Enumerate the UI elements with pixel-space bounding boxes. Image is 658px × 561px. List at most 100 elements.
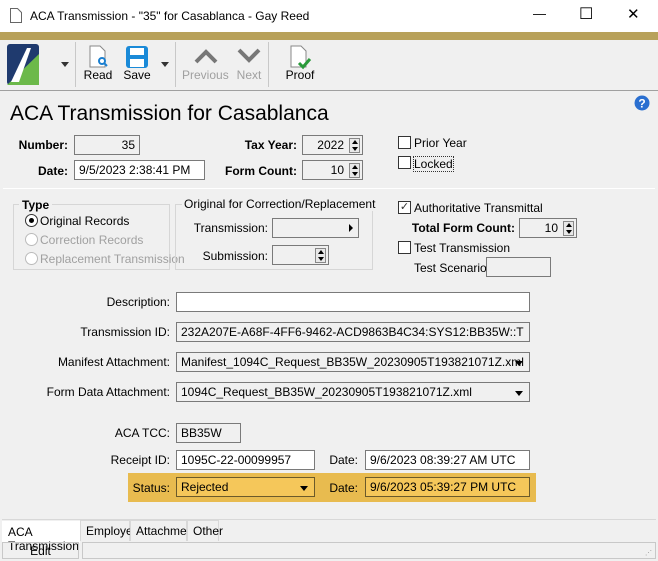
spin-icon[interactable] bbox=[563, 221, 574, 236]
transmission-picker[interactable] bbox=[272, 218, 359, 238]
minimize-button[interactable]: — bbox=[533, 6, 546, 21]
save-menu-arrow-icon[interactable] bbox=[161, 62, 169, 71]
spin-icon[interactable] bbox=[349, 163, 360, 178]
divider bbox=[3, 188, 655, 189]
tcc-label: ACA TCC: bbox=[114, 426, 170, 440]
previous-label: Previous bbox=[182, 68, 229, 82]
receipt-id-label: Receipt ID: bbox=[110, 453, 170, 467]
status-date-field[interactable]: 9/6/2023 05:39:27 PM UTC bbox=[365, 477, 530, 497]
form-data-value: 1094C_Request_BB35W_20230905T193821071Z.… bbox=[181, 385, 472, 399]
read-button[interactable]: Read bbox=[82, 40, 114, 88]
date-field[interactable]: 9/5/2023 2:38:41 PM bbox=[74, 160, 205, 180]
save-icon bbox=[126, 46, 148, 68]
submission-label: Submission: bbox=[202, 249, 268, 263]
status-date-label: Date: bbox=[329, 481, 358, 495]
tab-employees[interactable]: Employees bbox=[80, 520, 145, 541]
original-records-radio[interactable] bbox=[25, 214, 38, 227]
read-label: Read bbox=[83, 68, 113, 82]
status-value: Rejected bbox=[181, 480, 229, 494]
window-title: ACA Transmission - "35" for Casablanca -… bbox=[30, 9, 310, 23]
test-transmission-checkbox[interactable] bbox=[398, 241, 411, 254]
manifest-label: Manifest Attachment: bbox=[57, 355, 170, 369]
number-label: Number: bbox=[18, 138, 68, 152]
form-count-label: Form Count: bbox=[225, 164, 297, 178]
description-label: Description: bbox=[106, 295, 170, 309]
close-button[interactable]: ✕ bbox=[627, 5, 640, 23]
tcc-field[interactable]: BB35W bbox=[176, 423, 241, 443]
previous-button[interactable]: Previous bbox=[182, 40, 229, 88]
help-icon[interactable]: ? bbox=[634, 95, 650, 111]
test-scenario-field[interactable] bbox=[486, 257, 551, 277]
replacement-transmission-label: Replacement Transmission bbox=[40, 252, 185, 266]
date-label: Date: bbox=[37, 164, 68, 178]
receipt-id-field[interactable]: 1095C-22-00099957 bbox=[176, 450, 315, 470]
chevron-down-icon bbox=[515, 361, 523, 366]
next-button[interactable]: Next bbox=[234, 40, 264, 88]
test-scenario-label: Test Scenario: bbox=[414, 261, 491, 275]
tab-other[interactable]: Other bbox=[187, 520, 223, 541]
status-bar-mode: Edit bbox=[2, 542, 79, 559]
toolbar: Read Save Previous Next Proof bbox=[0, 40, 658, 91]
page-title: ACA Transmission for Casablanca bbox=[10, 102, 329, 125]
correction-records-radio[interactable] bbox=[25, 233, 38, 246]
proof-label: Proof bbox=[285, 68, 315, 82]
form-count-stepper[interactable]: 10 bbox=[302, 160, 363, 180]
spin-icon[interactable] bbox=[315, 248, 326, 263]
receipt-date-label: Date: bbox=[329, 453, 358, 467]
transmission-id-label: Transmission ID: bbox=[80, 325, 170, 339]
receipt-date-field[interactable]: 9/6/2023 08:39:27 AM UTC bbox=[365, 450, 530, 470]
total-form-count-stepper[interactable]: 10 bbox=[519, 218, 577, 238]
form-count-value: 10 bbox=[330, 163, 344, 177]
separator bbox=[268, 42, 269, 87]
submission-stepper[interactable] bbox=[272, 245, 329, 265]
maximize-button[interactable]: ☐ bbox=[579, 4, 593, 24]
manifest-value: Manifest_1094C_Request_BB35W_20230905T19… bbox=[181, 355, 524, 369]
app-menu-arrow-icon[interactable] bbox=[61, 62, 69, 71]
resize-grip-icon[interactable]: ⋰ bbox=[645, 549, 652, 557]
number-field[interactable]: 35 bbox=[74, 135, 140, 155]
save-label: Save bbox=[123, 68, 151, 82]
title-bar: ACA Transmission - "35" for Casablanca -… bbox=[0, 0, 658, 32]
transmission-label: Transmission: bbox=[193, 221, 268, 235]
accent-strip bbox=[0, 32, 658, 40]
save-button[interactable]: Save bbox=[120, 40, 154, 88]
arrow-right-icon bbox=[349, 224, 353, 232]
document-icon bbox=[10, 8, 22, 23]
locked-label: Locked bbox=[413, 156, 454, 172]
transmission-id-field[interactable]: 232A207E-A68F-4FF6-9462-ACD9863B4C34:SYS… bbox=[176, 322, 530, 342]
total-form-count-label: Total Form Count: bbox=[411, 221, 515, 235]
authoritative-checkbox[interactable]: ✓ bbox=[398, 201, 411, 214]
replacement-transmission-radio[interactable] bbox=[25, 252, 38, 265]
chevron-down-icon bbox=[237, 48, 261, 63]
tab-aca-transmission[interactable]: ACA Transmission bbox=[2, 521, 80, 553]
read-icon bbox=[89, 45, 108, 68]
correction-records-label: Correction Records bbox=[40, 233, 144, 247]
status-label: Status: bbox=[132, 481, 170, 495]
locked-checkbox[interactable] bbox=[398, 156, 411, 169]
original-group-title: Original for Correction/Replacement bbox=[182, 197, 378, 211]
tax-year-value: 2022 bbox=[317, 138, 344, 152]
total-form-count-value: 10 bbox=[544, 221, 558, 235]
tax-year-label: Tax Year: bbox=[244, 138, 297, 152]
separator bbox=[175, 42, 176, 87]
app-logo-icon[interactable] bbox=[7, 44, 39, 85]
chevron-up-icon bbox=[194, 49, 218, 64]
svg-text:?: ? bbox=[638, 97, 645, 111]
separator bbox=[75, 42, 76, 87]
description-field[interactable] bbox=[176, 292, 530, 312]
manifest-select[interactable]: Manifest_1094C_Request_BB35W_20230905T19… bbox=[176, 352, 530, 372]
prior-year-checkbox[interactable] bbox=[398, 136, 411, 149]
spin-icon[interactable] bbox=[349, 138, 360, 153]
proof-button[interactable]: Proof bbox=[283, 40, 317, 88]
next-label: Next bbox=[236, 68, 262, 82]
tax-year-stepper[interactable]: 2022 bbox=[302, 135, 363, 155]
type-group-title: Type bbox=[19, 198, 53, 212]
status-select[interactable]: Rejected bbox=[176, 477, 315, 497]
chevron-down-icon bbox=[515, 391, 523, 396]
tab-attachments[interactable]: Attachments bbox=[130, 520, 203, 541]
authoritative-label: Authoritative Transmittal bbox=[414, 201, 543, 215]
prior-year-label: Prior Year bbox=[414, 136, 467, 150]
form-data-label: Form Data Attachment: bbox=[46, 385, 170, 399]
test-transmission-label: Test Transmission bbox=[414, 241, 511, 255]
form-data-select[interactable]: 1094C_Request_BB35W_20230905T193821071Z.… bbox=[176, 382, 530, 402]
